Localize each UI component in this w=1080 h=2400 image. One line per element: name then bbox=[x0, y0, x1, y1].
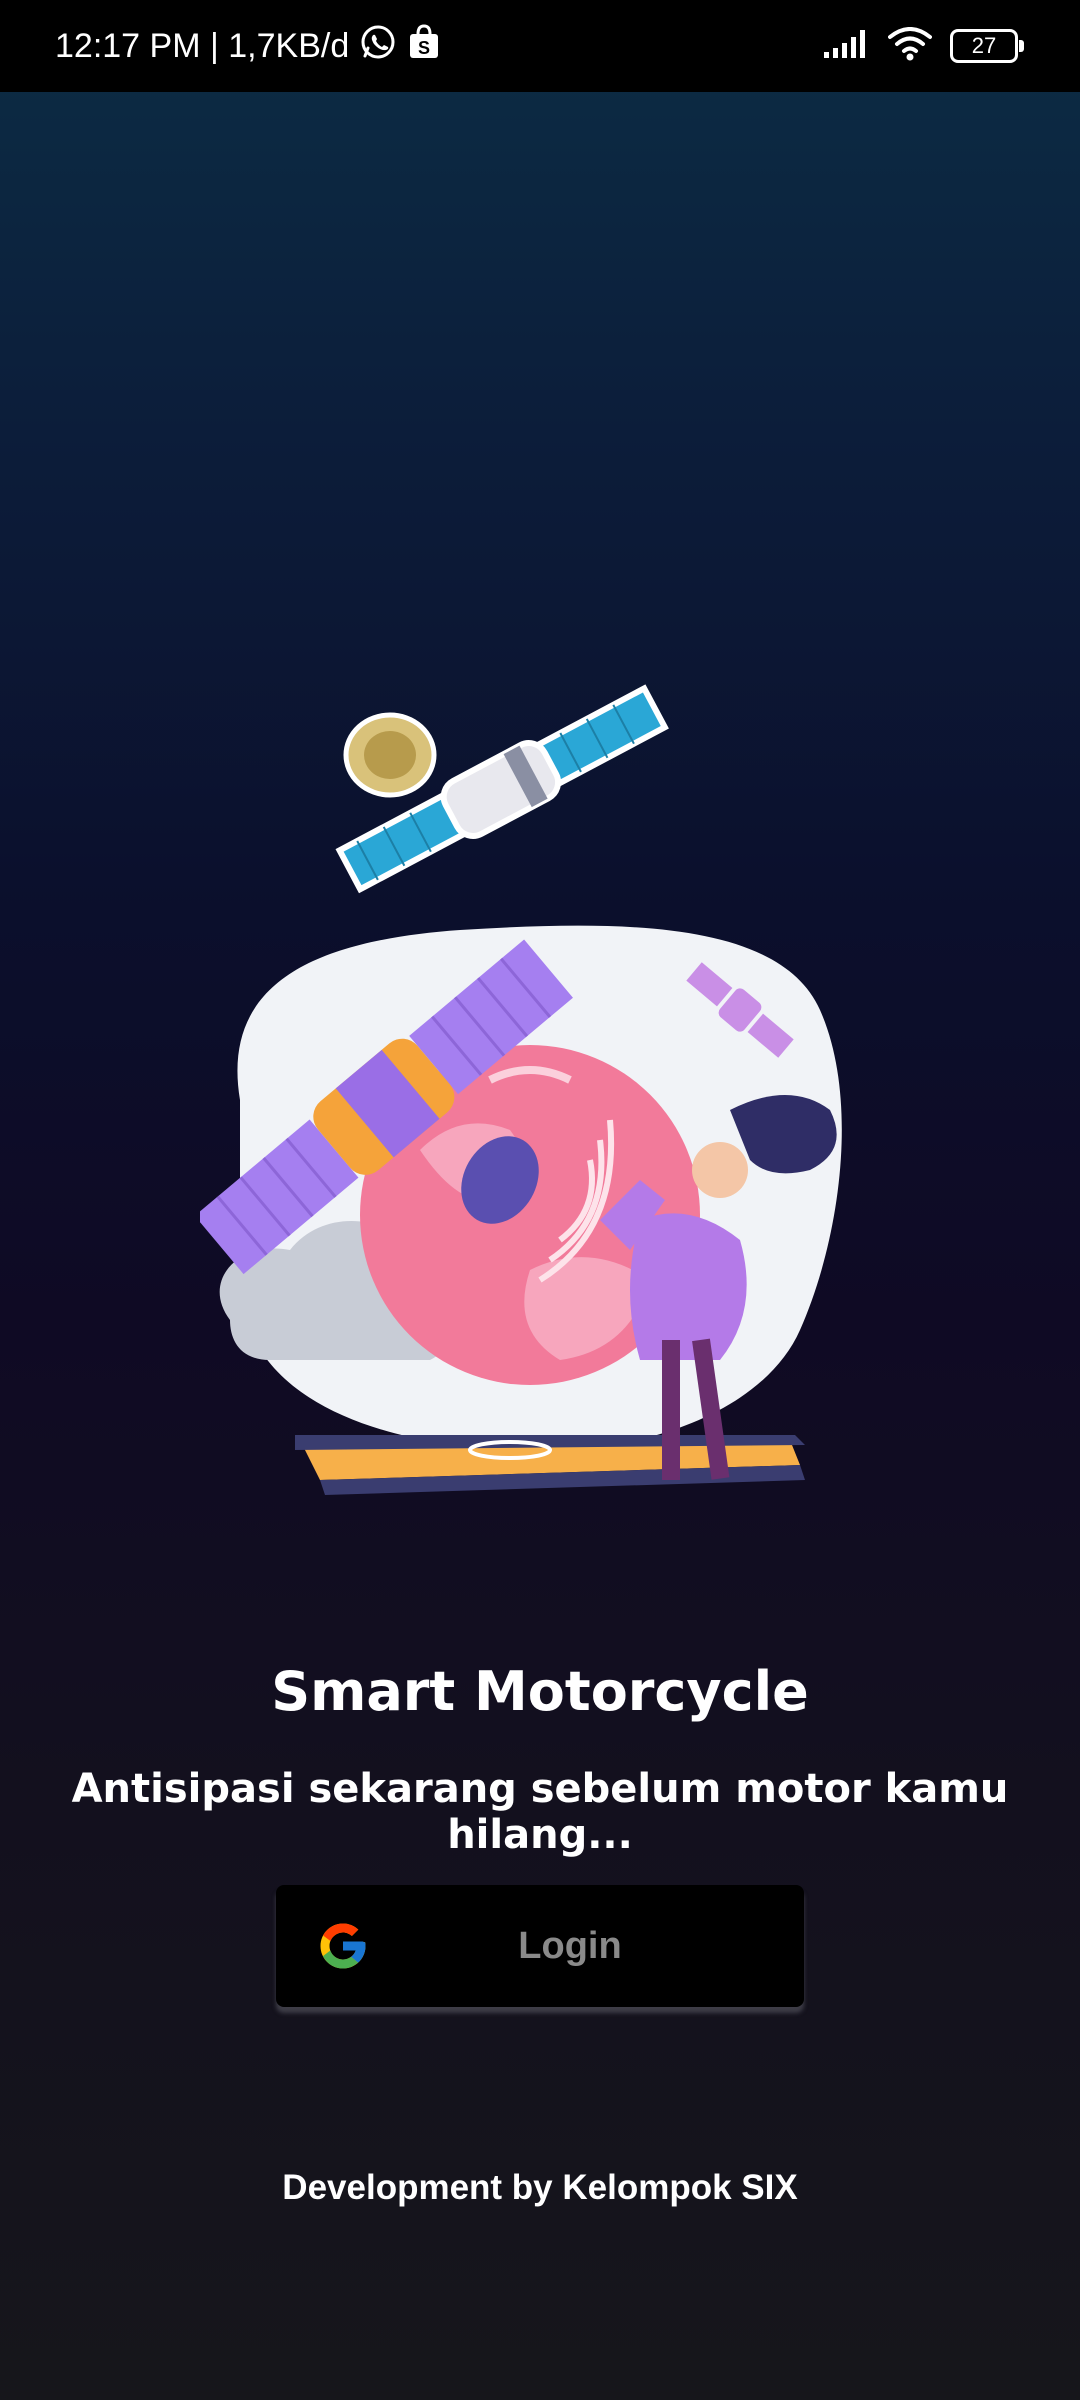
footer-credit: Development by Kelompok SIX bbox=[282, 2168, 798, 2207]
svg-text:S: S bbox=[418, 38, 430, 58]
signal-icon bbox=[822, 28, 870, 65]
wifi-icon bbox=[888, 26, 932, 66]
whatsapp-icon bbox=[359, 23, 397, 70]
status-time-speed: 12:17 PM | 1,7KB/d bbox=[55, 26, 350, 65]
google-login-button[interactable]: Login bbox=[276, 1885, 804, 2007]
battery-level: 27 bbox=[971, 33, 997, 58]
shopping-bag-icon: S bbox=[407, 23, 441, 70]
app-title: Smart Motorcycle bbox=[271, 1660, 809, 1723]
status-left: 12:17 PM | 1,7KB/d S bbox=[55, 0, 441, 92]
status-bar: 12:17 PM | 1,7KB/d S 27 bbox=[0, 0, 1080, 92]
top-satellite-icon bbox=[335, 684, 669, 894]
login-label: Login bbox=[518, 1924, 622, 1967]
tagline: Antisipasi sekarang sebelum motor kamu h… bbox=[71, 1766, 1009, 1858]
battery-icon: 27 bbox=[950, 29, 1024, 63]
status-right: 27 bbox=[822, 0, 1024, 92]
satellite-and-globe-illustration bbox=[194, 680, 880, 1580]
